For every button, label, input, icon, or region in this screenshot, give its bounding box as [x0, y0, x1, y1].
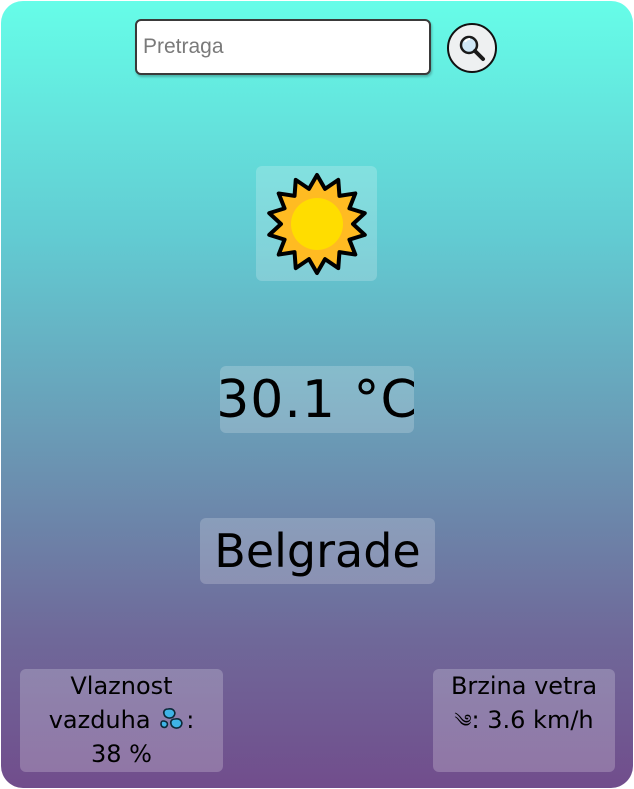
droplets-icon [160, 708, 183, 729]
humidity-label-line2-row: vazduha : [20, 703, 223, 737]
humidity-label-line2: vazduha [48, 706, 151, 734]
weather-icon-container [256, 166, 377, 281]
search-button[interactable] [447, 23, 497, 73]
city-display: Belgrade [200, 518, 435, 584]
wind-icon: ༄ [454, 711, 472, 732]
wind-value-row: ༄: 3.6 km/h [433, 703, 615, 739]
humidity-value: 38 % [91, 740, 152, 768]
humidity-colon: : [186, 706, 195, 734]
wind-value: : 3.6 km/h [471, 706, 594, 734]
humidity-panel: Vlaznost vazduha : 38 % [20, 669, 223, 772]
humidity-label-line1: Vlaznost [70, 672, 173, 700]
temperature-value: 30.1 °C [216, 369, 418, 430]
search-input[interactable] [135, 19, 431, 75]
wind-panel: Brzina vetra ༄: 3.6 km/h [433, 669, 615, 772]
weather-card: 30.1 °C Belgrade Vlaznost vazduha : 38 %… [1, 1, 633, 788]
wind-label: Brzina vetra [450, 672, 598, 700]
magnifier-icon [459, 35, 485, 61]
temperature-display: 30.1 °C [216, 366, 417, 433]
sun-icon [266, 172, 367, 275]
city-name: Belgrade [214, 524, 421, 578]
